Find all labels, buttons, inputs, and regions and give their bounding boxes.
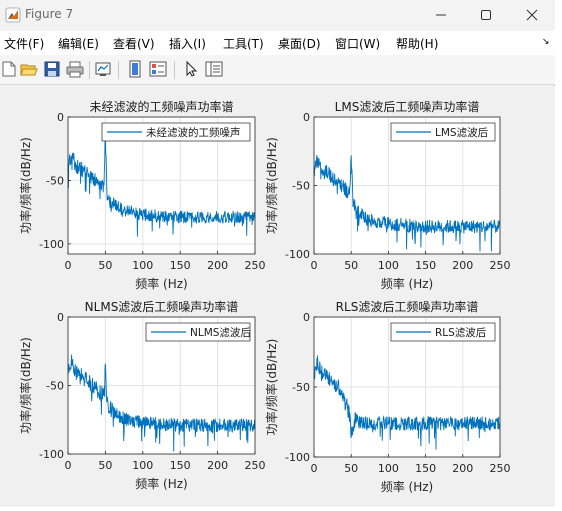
show-plot-tools-icon[interactable] [149, 60, 167, 78]
maximize-button[interactable] [469, 3, 503, 27]
y-tick-label: -50 [292, 381, 310, 394]
x-tick-label: 0 [65, 259, 72, 272]
y-tick-label: 0 [303, 111, 310, 124]
y-tick-label: -50 [46, 380, 64, 393]
x-axis-label: 频率 (Hz) [135, 476, 188, 491]
y-tick-label: -100 [39, 238, 64, 251]
x-tick-label: 100 [132, 459, 153, 472]
x-tick-label: 50 [98, 459, 112, 472]
x-tick-label: 250 [245, 259, 266, 272]
legend-label: NLMS滤波后 [190, 326, 251, 339]
close-button[interactable] [515, 3, 549, 27]
legend-label: LMS滤波后 [435, 126, 488, 139]
x-tick-label: 250 [490, 462, 511, 475]
x-tick-label: 200 [452, 462, 473, 475]
menu-file[interactable]: 文件(F) [4, 35, 44, 52]
subplot: 0 50 100 150 200 250 0 -50 -100 LMS滤波后工频噪声功率谱频率 (… [264, 99, 511, 291]
x-tick-label: 150 [415, 259, 436, 272]
x-axis-label: 频率 (Hz) [381, 479, 434, 494]
menu-bar: 文件(F) 编辑(E) 查看(V) 插入(I) 工具(T) 桌面(D) 窗口(W… [0, 31, 555, 55]
menu-overflow-icon[interactable]: ↘ [542, 37, 550, 47]
minimize-icon [436, 14, 446, 16]
x-tick-label: 200 [207, 459, 228, 472]
matlab-logo-icon [5, 7, 21, 23]
y-tick-label: -100 [285, 248, 310, 261]
window-title: Figure 7 [25, 7, 74, 21]
x-tick-label: 200 [207, 259, 228, 272]
toolbar [0, 55, 555, 85]
plot-title: NLMS滤波后工频噪声功率谱 [85, 299, 239, 314]
y-tick-label: -50 [46, 174, 64, 187]
toolbar-separator [118, 61, 119, 79]
y-tick-label: -50 [292, 180, 310, 193]
figure-canvas[interactable]: 0 50 100 150 200 250 0 -50 -100 未经滤波的工频噪声功率谱 频率 (H… [0, 86, 555, 507]
menu-help[interactable]: 帮助(H) [396, 35, 438, 52]
x-axis-label: 频率 (Hz) [135, 276, 188, 291]
x-tick-label: 200 [452, 259, 473, 272]
maximize-icon [481, 10, 491, 20]
property-editor-icon[interactable] [205, 60, 223, 78]
x-tick-label: 100 [378, 462, 399, 475]
legend-label: RLS滤波后 [435, 326, 486, 339]
menu-tools[interactable]: 工具(T) [223, 35, 264, 52]
toolbar-separator [174, 61, 175, 79]
menu-desktop[interactable]: 桌面(D) [278, 35, 321, 52]
hide-plot-tools-icon[interactable] [126, 60, 144, 78]
x-tick-label: 0 [311, 462, 318, 475]
menu-edit[interactable]: 编辑(E) [58, 35, 99, 52]
pointer-icon[interactable] [182, 60, 200, 78]
subplot-grid: 0 50 100 150 200 2500-50-100未经滤波的工频噪声功率谱频率 (H… [18, 99, 511, 494]
y-axis-label: 功率/频率(dB/Hz) [264, 137, 279, 234]
subplot: 0 50 100 150 200 250 0 -50 -100 RLS滤波后工频噪声功率谱频率 (… [264, 299, 511, 494]
minimize-button[interactable] [424, 3, 458, 27]
x-tick-label: 250 [245, 459, 266, 472]
x-tick-label: 100 [378, 259, 399, 272]
y-tick-label: 0 [303, 311, 310, 324]
open-file-icon[interactable] [20, 60, 38, 78]
x-tick-label: 100 [132, 259, 153, 272]
menu-insert[interactable]: 插入(I) [169, 35, 206, 52]
subplot: 0 50 100 150 200 250 0 -50 -100 未经滤波的工频噪声功率谱频率 (H… [18, 99, 266, 291]
y-tick-label: -100 [39, 448, 64, 461]
y-tick-label: -100 [285, 451, 310, 464]
x-tick-label: 0 [311, 259, 318, 272]
x-tick-label: 0 [65, 459, 72, 472]
x-tick-label: 50 [344, 462, 358, 475]
plot-title: RLS滤波后工频噪声功率谱 [336, 299, 479, 314]
new-figure-icon[interactable] [0, 60, 18, 78]
x-tick-label: 150 [415, 462, 436, 475]
menu-window[interactable]: 窗口(W) [335, 35, 380, 52]
x-tick-label: 50 [98, 259, 112, 272]
plot-title: LMS滤波后工频噪声功率谱 [335, 99, 480, 114]
x-tick-label: 50 [344, 259, 358, 272]
subplot: 0 50 100 150 200 250 0 -50 -100 NLMS滤波后工频噪声功率谱频率 … [18, 299, 266, 491]
y-tick-label: 0 [57, 311, 64, 324]
y-axis-label: 功率/频率(dB/Hz) [264, 339, 279, 436]
y-tick-label: 0 [57, 111, 64, 124]
print-icon[interactable] [66, 60, 84, 78]
x-tick-label: 250 [490, 259, 511, 272]
legend-label: 未经滤波的工频噪声 [146, 126, 241, 139]
toolbar-separator [89, 61, 90, 79]
save-icon[interactable] [43, 60, 61, 78]
close-icon [526, 9, 538, 21]
y-axis-label: 功率/频率(dB/Hz) [18, 337, 33, 434]
title-bar: Figure 7 [0, 0, 555, 31]
link-plot-icon[interactable] [94, 60, 112, 78]
plot-title: 未经滤波的工频噪声功率谱 [89, 99, 233, 114]
x-axis-label: 频率 (Hz) [381, 276, 434, 291]
figure-window: Figure 7 文件(F) 编辑(E) 查看(V) 插入(I) 工具(T) 桌… [0, 0, 555, 507]
x-tick-label: 150 [170, 459, 191, 472]
y-axis-label: 功率/频率(dB/Hz) [18, 137, 33, 234]
x-tick-label: 150 [170, 259, 191, 272]
menu-view[interactable]: 查看(V) [113, 35, 155, 52]
